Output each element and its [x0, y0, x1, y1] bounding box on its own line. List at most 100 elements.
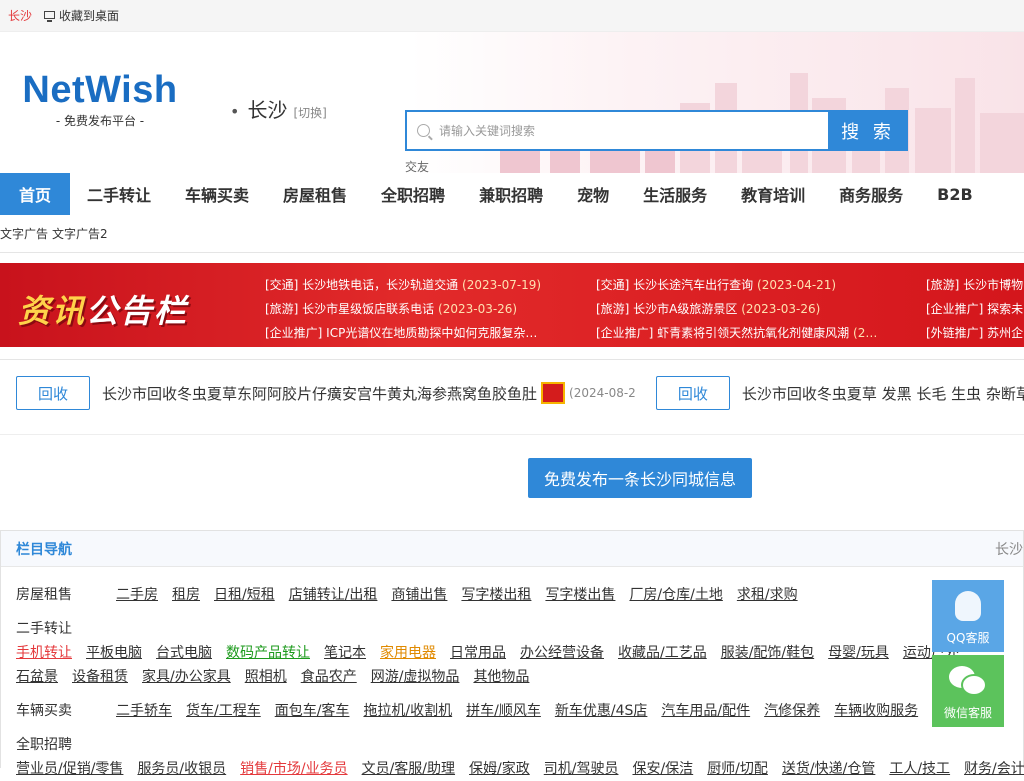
category-link[interactable]: 商铺出售: [391, 583, 447, 607]
category-link[interactable]: 保姆/家政: [469, 757, 530, 781]
hot-badge-icon: [541, 382, 565, 404]
category-link[interactable]: 司机/驾驶员: [544, 757, 619, 781]
add-to-desktop-link[interactable]: 收藏到桌面: [44, 7, 119, 24]
recycle-button[interactable]: 回收: [16, 376, 90, 410]
category-link[interactable]: 食品农产: [301, 665, 357, 689]
category-label: 房屋租售: [16, 583, 72, 607]
category-link[interactable]: 网游/虚拟物品: [371, 665, 460, 689]
category-link[interactable]: 收藏品/工艺品: [618, 641, 707, 665]
notice-item[interactable]: [企业推广] 探索未: [926, 297, 1024, 321]
category-link[interactable]: 厂房/仓库/土地: [629, 583, 722, 607]
nav-second-hand[interactable]: 二手转让: [70, 173, 168, 215]
category-link[interactable]: 二手轿车: [116, 699, 172, 723]
add-to-desktop-label: 收藏到桌面: [59, 7, 119, 24]
category-link[interactable]: 办公经营设备: [520, 641, 604, 665]
wechat-service-button[interactable]: 微信客服: [932, 655, 1004, 727]
nav-full-time-jobs[interactable]: 全职招聘: [364, 173, 462, 215]
recycle-ad-text[interactable]: 长沙市回收冬虫夏草 发黑 长毛 生虫 杂断草价: [742, 383, 1024, 404]
category-link[interactable]: 工人/技工: [889, 757, 950, 781]
category-link[interactable]: 厨师/切配: [707, 757, 768, 781]
category-link[interactable]: 文员/客服/助理: [362, 757, 455, 781]
category-link[interactable]: 拖拉机/收割机: [363, 699, 452, 723]
notice-item[interactable]: [企业推广] ICP光谱仪在地质勘探中如何克服复杂…: [265, 321, 585, 345]
text-ad-2[interactable]: 文字广告2: [52, 225, 108, 242]
category-link[interactable]: 石盆景: [16, 665, 58, 689]
category-link[interactable]: 租房: [172, 583, 200, 607]
category-link[interactable]: 手机转让: [16, 641, 72, 665]
category-link[interactable]: 求租/求购: [737, 583, 798, 607]
category-link[interactable]: 保安/保洁: [632, 757, 693, 781]
category-link[interactable]: 平板电脑: [86, 641, 142, 665]
category-nav-title: 栏目导航: [16, 539, 72, 559]
nav-real-estate[interactable]: 房屋租售: [266, 173, 364, 215]
category-link[interactable]: 送货/快递/仓管: [782, 757, 875, 781]
hot-keyword-link[interactable]: 交友: [405, 158, 429, 173]
category-links: 二手轿车 货车/工程车 面包车/客车 拖拉机/收割机 拼车/顺风车 新车优惠/4…: [116, 699, 974, 723]
category-link[interactable]: 母婴/玩具: [828, 641, 889, 665]
category-link[interactable]: 日租/短租: [214, 583, 275, 607]
publish-info-button[interactable]: 免费发布一条长沙同城信息: [528, 458, 752, 498]
category-link[interactable]: 店铺转让/出租: [289, 583, 378, 607]
category-link[interactable]: 笔记本: [324, 641, 366, 665]
site-header: NetWish - 免费发布平台 - • 长沙 [切换] 搜 索 交友: [0, 32, 1024, 173]
category-link[interactable]: 其他物品: [473, 665, 529, 689]
category-link[interactable]: 日常用品: [450, 641, 506, 665]
category-link[interactable]: 汽修保养: [764, 699, 820, 723]
category-link[interactable]: 二手房: [116, 583, 158, 607]
notice-board: 资讯公告栏 [交通] 长沙地铁电话，长沙轨道交通 (2023-07-19) [旅…: [0, 263, 1024, 347]
notice-item[interactable]: [外链推广] 苏州企: [926, 321, 1024, 345]
nav-life-services[interactable]: 生活服务: [626, 173, 724, 215]
site-logo[interactable]: NetWish - 免费发布平台 -: [20, 70, 180, 129]
switch-city-link[interactable]: [切换]: [293, 104, 326, 121]
notice-item[interactable]: [旅游] 长沙市星级饭店联系电话 (2023-03-26): [265, 297, 585, 321]
category-link[interactable]: 货车/工程车: [186, 699, 261, 723]
text-ad-1[interactable]: 文字广告: [0, 225, 48, 242]
nav-vehicles[interactable]: 车辆买卖: [168, 173, 266, 215]
notice-item[interactable]: [企业推广] 虾青素将引领天然抗氧化剂健康风潮 (2…: [596, 321, 896, 345]
nav-b2b[interactable]: B2B: [920, 173, 990, 215]
category-row-real-estate: 房屋租售 二手房 租房 日租/短租 店铺转让/出租 商铺出售 写字楼出租 写字楼…: [1, 583, 1023, 607]
category-label: 全职招聘: [1, 733, 1023, 757]
notice-item-date: (2023-03-26): [438, 302, 517, 316]
notice-item[interactable]: [交通] 长沙地铁电话，长沙轨道交通 (2023-07-19): [265, 273, 585, 297]
category-link[interactable]: 写字楼出售: [545, 583, 615, 607]
notice-item[interactable]: [旅游] 长沙市A级旅游景区 (2023-03-26): [596, 297, 896, 321]
category-link[interactable]: 数码产品转让: [226, 641, 310, 665]
category-link[interactable]: 面包车/客车: [275, 699, 350, 723]
city-link[interactable]: 长沙: [8, 7, 32, 24]
category-link[interactable]: 销售/市场/业务员: [240, 757, 347, 781]
category-link[interactable]: 拼车/顺风车: [466, 699, 541, 723]
category-link[interactable]: 服装/配饰/鞋包: [721, 641, 814, 665]
category-link[interactable]: 家用电器: [380, 641, 436, 665]
nav-pets[interactable]: 宠物: [560, 173, 626, 215]
category-link[interactable]: 台式电脑: [156, 641, 212, 665]
category-link[interactable]: 营业员/促销/零售: [16, 757, 123, 781]
notice-title-a: 资讯: [18, 292, 86, 330]
category-link[interactable]: 家具/办公家具: [142, 665, 231, 689]
category-links: 二手房 租房 日租/短租 店铺转让/出租 商铺出售 写字楼出租 写字楼出售 厂房…: [116, 583, 812, 607]
notice-item[interactable]: [旅游] 长沙市博物: [926, 273, 1024, 297]
notice-item-text: [外链推广] 苏州企: [926, 326, 1023, 340]
category-link[interactable]: 服务员/收银员: [137, 757, 226, 781]
category-link[interactable]: 写字楼出租: [461, 583, 531, 607]
category-link[interactable]: 设备租赁: [72, 665, 128, 689]
category-link[interactable]: 车辆收购服务: [834, 699, 918, 723]
category-label: 二手转让: [1, 617, 1023, 641]
nav-home[interactable]: 首页: [0, 173, 70, 215]
recycle-button[interactable]: 回收: [656, 376, 730, 410]
nav-education[interactable]: 教育培训: [724, 173, 822, 215]
recycle-ad-text[interactable]: 长沙市回收冬虫夏草东阿阿胶片仔癀安宫牛黄丸海参燕窝鱼胶鱼肚: [102, 383, 537, 404]
search-button[interactable]: 搜 索: [828, 110, 908, 151]
qq-service-button[interactable]: QQ客服: [932, 580, 1004, 652]
recycle-ad-date: (2024-08-2: [569, 386, 636, 400]
nav-part-time-jobs[interactable]: 兼职招聘: [462, 173, 560, 215]
category-link[interactable]: 汽车用品/配件: [661, 699, 750, 723]
nav-business-services[interactable]: 商务服务: [822, 173, 920, 215]
category-link[interactable]: 新车优惠/4S店: [555, 699, 648, 723]
search-input[interactable]: [439, 124, 809, 138]
scrolling-ads: 回收 长沙市回收冬虫夏草东阿阿胶片仔癀安宫牛黄丸海参燕窝鱼胶鱼肚 (2024-0…: [0, 359, 1024, 527]
category-link[interactable]: 财务/会计: [964, 757, 1024, 781]
category-link[interactable]: 照相机: [245, 665, 287, 689]
category-row-full-time-jobs: 全职招聘 营业员/促销/零售服务员/收银员销售/市场/业务员文员/客服/助理保姆…: [1, 733, 1023, 757]
notice-item[interactable]: [交通] 长沙长途汽车出行查询 (2023-04-21): [596, 273, 896, 297]
